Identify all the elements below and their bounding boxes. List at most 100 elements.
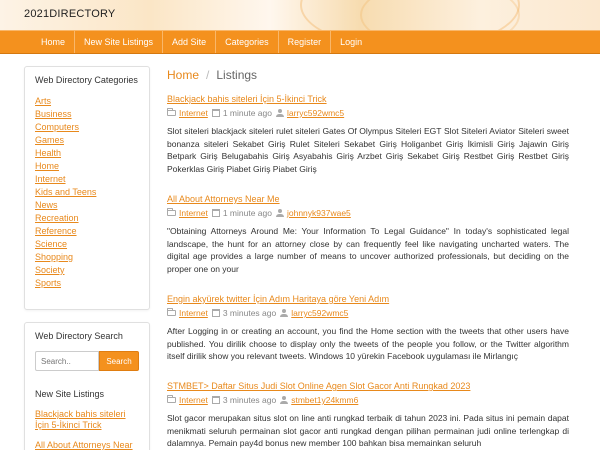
listing-meta: Internet 1 minute ago johnnyk937wae5 bbox=[167, 207, 569, 219]
nav-register[interactable]: Register bbox=[279, 31, 332, 53]
listing-user-link[interactable]: stmbet1y24kmm6 bbox=[291, 395, 358, 405]
categories-panel: Web Directory Categories Arts Business C… bbox=[24, 66, 150, 310]
listing-category-link[interactable]: Internet bbox=[179, 308, 208, 318]
site-title[interactable]: 2021DIRECTORY bbox=[24, 8, 115, 20]
category-link-internet[interactable]: Internet bbox=[35, 174, 66, 184]
user-icon bbox=[275, 109, 284, 117]
category-item: Science bbox=[35, 238, 139, 251]
search-button[interactable]: Search bbox=[99, 351, 139, 371]
new-listing-link[interactable]: All About Attorneys Near bbox=[35, 440, 133, 450]
category-link-kids-and-teens[interactable]: Kids and Teens bbox=[35, 187, 96, 197]
main-nav: Home New Site Listings Add Site Categori… bbox=[0, 30, 600, 54]
category-item: Games bbox=[35, 134, 139, 147]
listing-title[interactable]: Blackjack bahis siteleri İçin 5-İkinci T… bbox=[167, 94, 569, 105]
category-item: Internet bbox=[35, 173, 139, 186]
category-link-recreation[interactable]: Recreation bbox=[35, 213, 79, 223]
listing-title[interactable]: All About Attorneys Near Me bbox=[167, 194, 569, 205]
calendar-icon bbox=[211, 109, 220, 117]
category-link-games[interactable]: Games bbox=[35, 135, 64, 145]
category-item: Sports bbox=[35, 277, 139, 290]
main-content: Home / Listings Blackjack bahis siteleri… bbox=[167, 66, 569, 448]
listing-time: 1 minute ago bbox=[222, 208, 272, 218]
search-input[interactable] bbox=[35, 351, 99, 371]
folder-icon bbox=[167, 308, 176, 316]
listing-meta: Internet 1 minute ago larryc592wmc5 bbox=[167, 107, 569, 119]
category-link-news[interactable]: News bbox=[35, 200, 58, 210]
nav-login[interactable]: Login bbox=[331, 31, 371, 53]
listing-item: STMBET> Daftar Situs Judi Slot Online Ag… bbox=[167, 381, 569, 450]
category-item: Computers bbox=[35, 121, 139, 134]
breadcrumb: Home / Listings bbox=[167, 66, 569, 84]
category-item: Kids and Teens bbox=[35, 186, 139, 199]
new-listing-link[interactable]: Blackjack bahis siteleri İçin 5-İkinci T… bbox=[35, 409, 126, 430]
listing-title[interactable]: Engin akyürek twitter İçin Adım Haritaya… bbox=[167, 294, 569, 305]
category-item: Reference bbox=[35, 225, 139, 238]
category-link-computers[interactable]: Computers bbox=[35, 122, 79, 132]
category-item: Health bbox=[35, 147, 139, 160]
folder-icon bbox=[167, 395, 176, 403]
calendar-icon bbox=[211, 309, 220, 317]
listing-time: 3 minutes ago bbox=[222, 395, 277, 405]
category-link-reference[interactable]: Reference bbox=[35, 226, 77, 236]
folder-icon bbox=[167, 208, 176, 216]
new-listings-list: Blackjack bahis siteleri İçin 5-İkinci T… bbox=[35, 409, 139, 450]
category-item: Society bbox=[35, 264, 139, 277]
site-header: 2021DIRECTORY bbox=[0, 0, 600, 30]
category-item: Shopping bbox=[35, 251, 139, 264]
search-panel: Web Directory Search Search New Site Lis… bbox=[24, 322, 150, 450]
breadcrumb-separator: / bbox=[206, 68, 210, 82]
category-link-health[interactable]: Health bbox=[35, 148, 61, 158]
listing-excerpt: "Obtaining Attorneys Around Me: Your Inf… bbox=[167, 226, 569, 274]
category-item: Arts bbox=[35, 95, 139, 108]
nav-home[interactable]: Home bbox=[32, 31, 76, 53]
folder-icon bbox=[167, 108, 176, 116]
listing-category-link[interactable]: Internet bbox=[179, 208, 208, 218]
listing-item: Engin akyürek twitter İçin Adım Haritaya… bbox=[167, 294, 569, 363]
listing-user-link[interactable]: larryc592wmc5 bbox=[287, 108, 344, 118]
listing-item: Blackjack bahis siteleri İçin 5-İkinci T… bbox=[167, 94, 569, 175]
listing-time: 3 minutes ago bbox=[222, 308, 277, 318]
user-icon bbox=[275, 209, 284, 217]
category-link-arts[interactable]: Arts bbox=[35, 96, 51, 106]
new-listing-item: Blackjack bahis siteleri İçin 5-İkinci T… bbox=[35, 409, 139, 431]
listing-excerpt: Slot gacor merupakan situs slot on line … bbox=[167, 413, 569, 448]
search-form: Search bbox=[35, 351, 139, 371]
category-list: Arts Business Computers Games Health Hom… bbox=[35, 95, 139, 290]
listing-user-link[interactable]: larryc592wmc5 bbox=[291, 308, 348, 318]
listing-excerpt: After Logging in or creating an account,… bbox=[167, 326, 569, 361]
category-link-science[interactable]: Science bbox=[35, 239, 67, 249]
category-link-home[interactable]: Home bbox=[35, 161, 59, 171]
listing-meta: Internet 3 minutes ago larryc592wmc5 bbox=[167, 307, 569, 319]
nav-new-site-listings[interactable]: New Site Listings bbox=[75, 31, 164, 53]
category-item: Business bbox=[35, 108, 139, 121]
listing-time: 1 minute ago bbox=[222, 108, 272, 118]
category-link-society[interactable]: Society bbox=[35, 265, 65, 275]
breadcrumb-home[interactable]: Home bbox=[167, 68, 199, 82]
category-item: News bbox=[35, 199, 139, 212]
nav-add-site[interactable]: Add Site bbox=[163, 31, 217, 53]
listing-title[interactable]: STMBET> Daftar Situs Judi Slot Online Ag… bbox=[167, 381, 569, 392]
new-listings-title: New Site Listings bbox=[35, 389, 105, 399]
calendar-icon bbox=[211, 396, 220, 404]
listing-meta: Internet 3 minutes ago stmbet1y24kmm6 bbox=[167, 394, 569, 406]
listing-category-link[interactable]: Internet bbox=[179, 395, 208, 405]
new-listing-item: All About Attorneys Near bbox=[35, 440, 139, 450]
calendar-icon bbox=[211, 209, 220, 217]
header-decoration bbox=[360, 0, 520, 30]
breadcrumb-current: Listings bbox=[216, 68, 258, 82]
category-item: Home bbox=[35, 160, 139, 173]
category-link-business[interactable]: Business bbox=[35, 109, 72, 119]
listing-user-link[interactable]: johnnyk937wae5 bbox=[287, 208, 351, 218]
sidebar: Web Directory Categories Arts Business C… bbox=[24, 66, 150, 450]
search-title: Web Directory Search bbox=[35, 331, 123, 341]
user-icon bbox=[280, 309, 289, 317]
listing-item: All About Attorneys Near Me Internet 1 m… bbox=[167, 194, 569, 275]
listing-category-link[interactable]: Internet bbox=[179, 108, 208, 118]
category-link-sports[interactable]: Sports bbox=[35, 278, 61, 288]
categories-title: Web Directory Categories bbox=[35, 75, 138, 85]
listing-excerpt: Slot siteleri blackjack siteleri rulet s… bbox=[167, 126, 569, 174]
category-link-shopping[interactable]: Shopping bbox=[35, 252, 73, 262]
user-icon bbox=[280, 396, 289, 404]
nav-categories[interactable]: Categories bbox=[216, 31, 279, 53]
category-item: Recreation bbox=[35, 212, 139, 225]
